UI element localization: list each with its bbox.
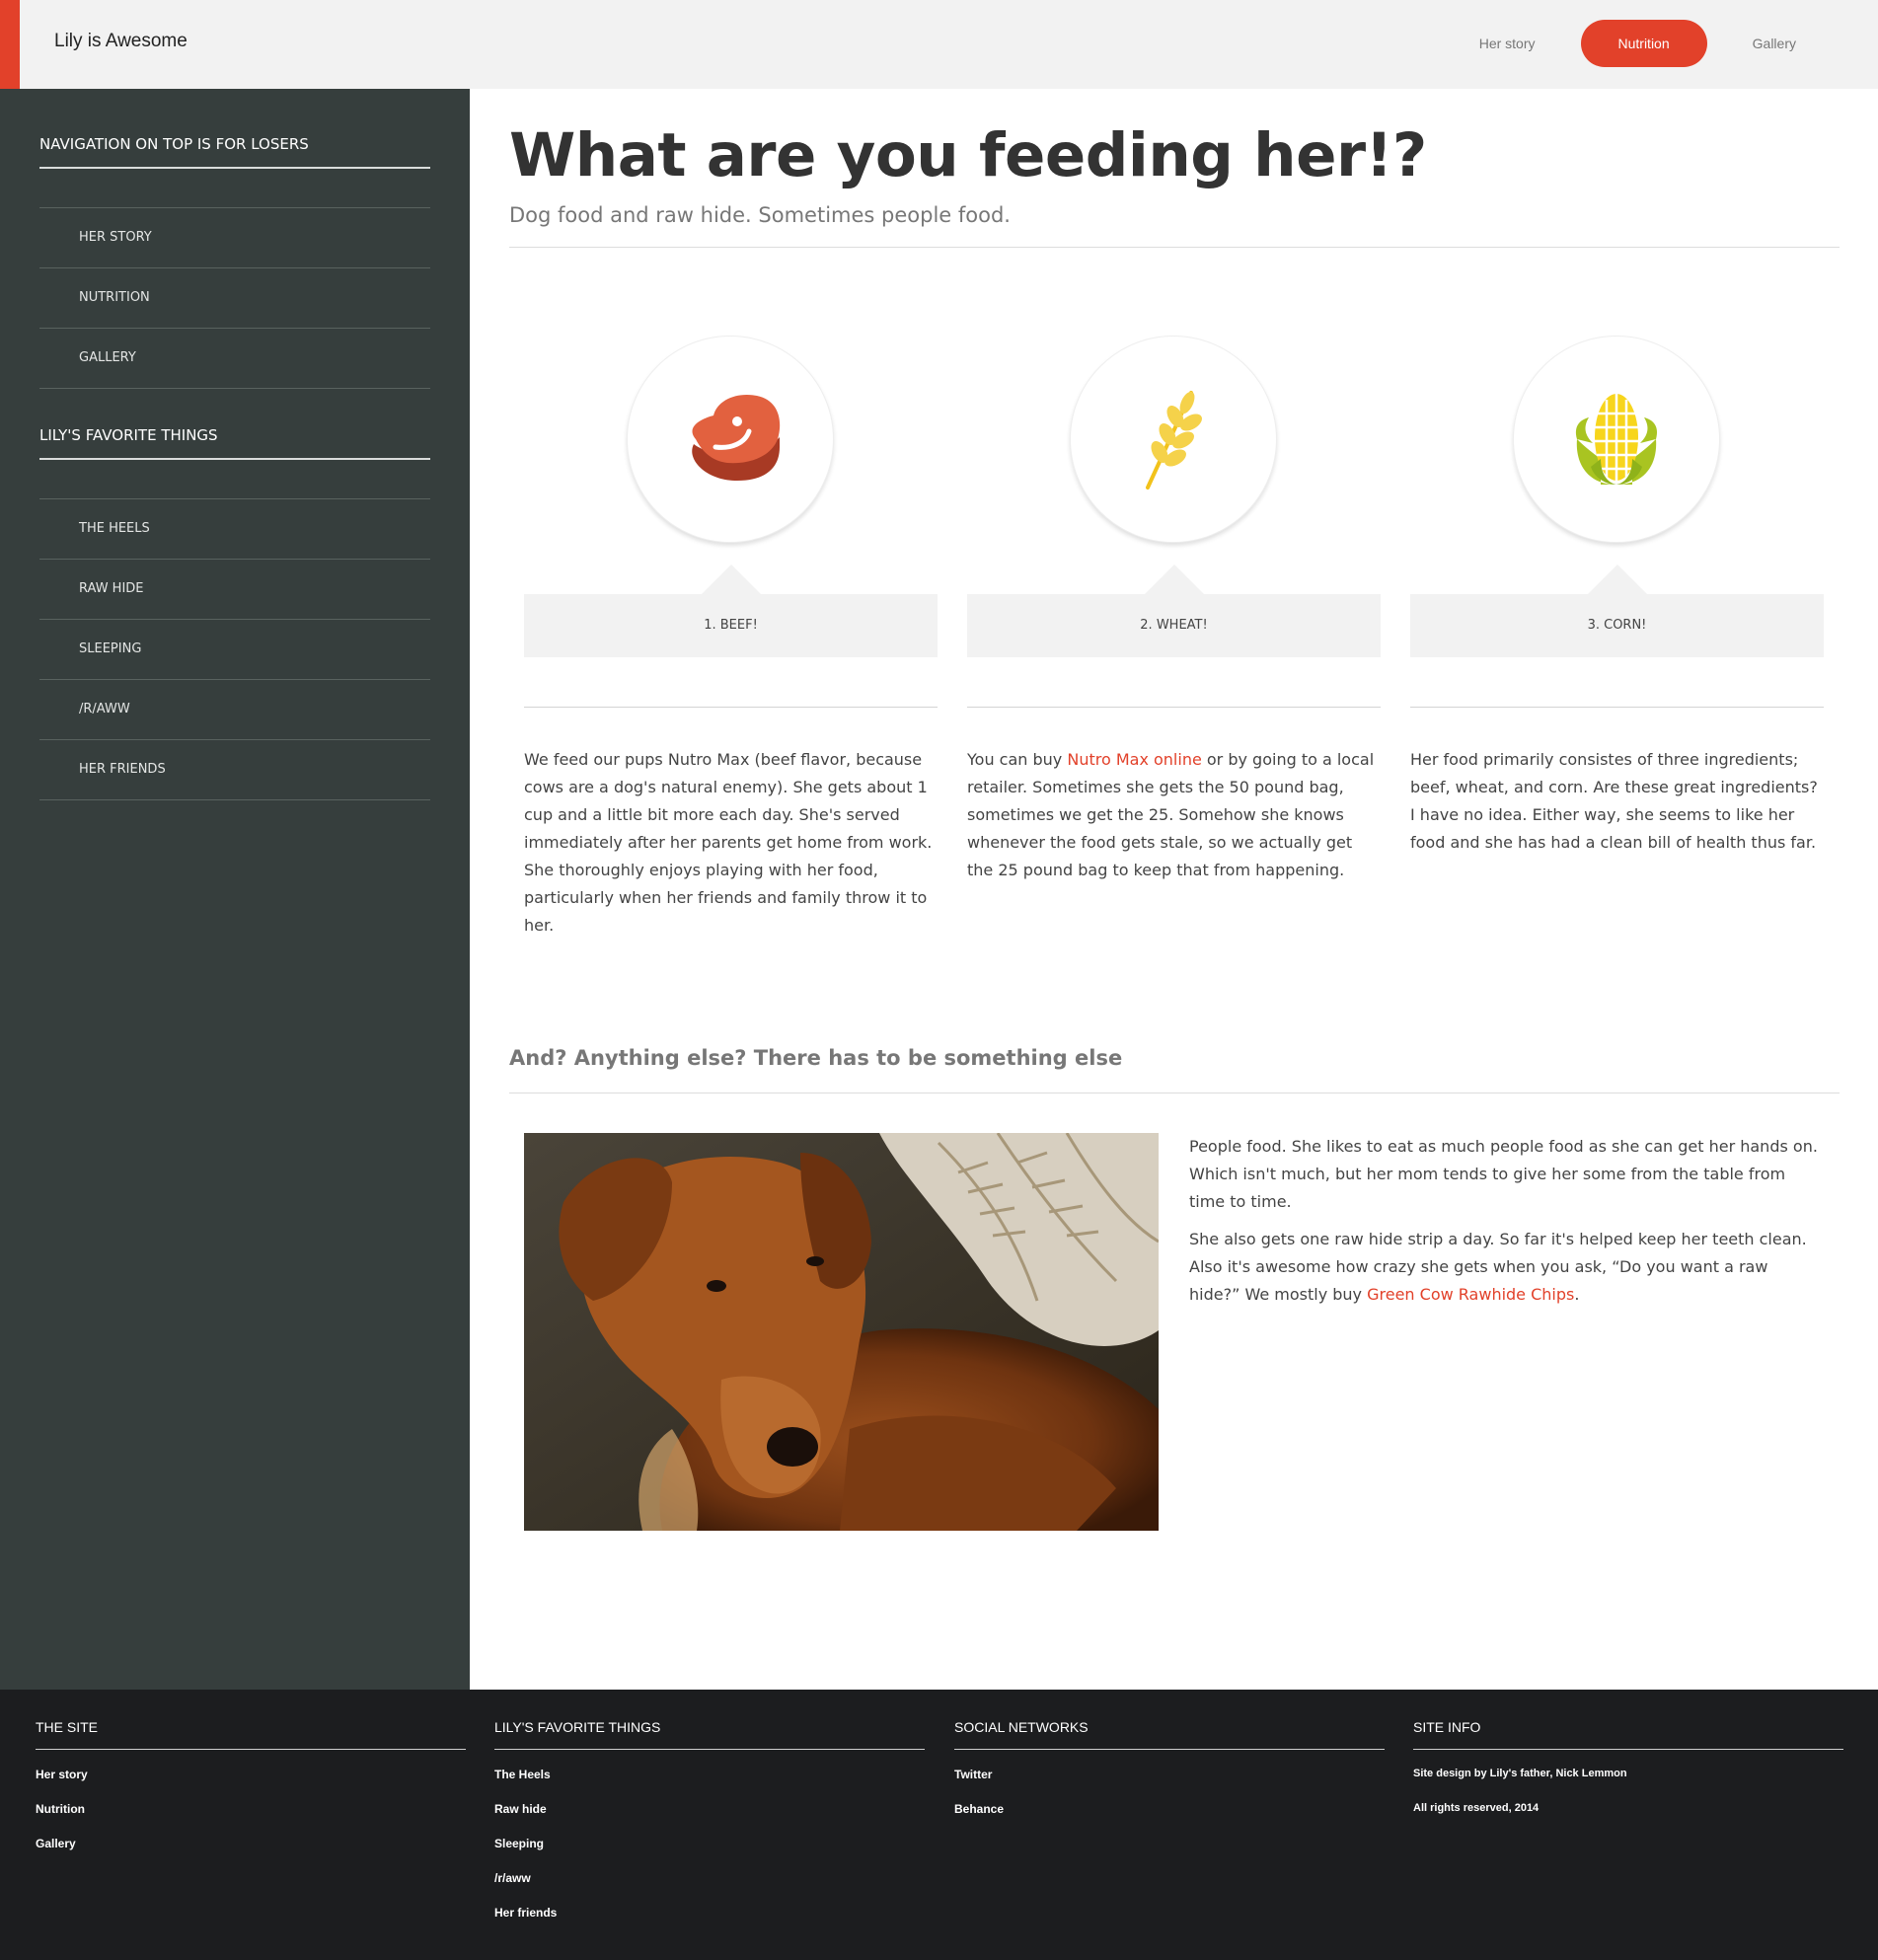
footer-col-title: Site info: [1413, 1719, 1843, 1750]
nav-her-story[interactable]: Her story: [1443, 20, 1572, 67]
site-brand[interactable]: Lily is Awesome: [54, 31, 188, 52]
sidebar-nav-list: Her story Nutrition Gallery: [39, 207, 430, 389]
sidebar-favorites-list: The heels Raw hide Sleeping /r/aww Her f…: [39, 498, 430, 800]
sidebar-item-gallery[interactable]: Gallery: [39, 329, 430, 389]
footer-link-nutrition[interactable]: Nutrition: [36, 1802, 466, 1837]
footer-link-twitter[interactable]: Twitter: [954, 1768, 1385, 1802]
footer-col-title: Social networks: [954, 1719, 1385, 1750]
footer-col-site-info: Site info Site design by Lily's father, …: [1413, 1719, 1843, 1837]
steak-icon: [692, 394, 781, 481]
feature-icon-circle: [627, 336, 834, 543]
header-accent-bar: [0, 0, 20, 89]
footer-col-social: Social networks Twitter Behance: [954, 1719, 1385, 1837]
footer-link-sleeping[interactable]: Sleeping: [494, 1837, 925, 1871]
people-food-text: People food. She likes to eat as much pe…: [1189, 1133, 1819, 1319]
page-subtitle: Dog food and raw hide. Sometimes people …: [509, 203, 1011, 227]
sidebar-item-sleeping[interactable]: Sleeping: [39, 620, 430, 680]
feature-description: Her food primarily consistes of three in…: [1410, 750, 1818, 852]
feature-label-box: 3. Corn!: [1410, 565, 1824, 657]
designer-link[interactable]: Nick Lemmon: [1555, 1768, 1626, 1779]
footer-rights: All rights reserved, 2014: [1413, 1802, 1540, 1814]
sidebar-section-title-favorites: Lily's favorite things: [39, 426, 430, 460]
corn-icon: [1575, 394, 1658, 485]
top-header: Lily is Awesome Her story Nutrition Gall…: [0, 0, 1878, 89]
feature-divider: [524, 707, 938, 708]
footer-link-her-story[interactable]: Her story: [36, 1768, 466, 1802]
page-title: What are you feeding her!?: [509, 120, 1427, 190]
feature-description: We feed our pups Nutro Max (beef flavor,…: [524, 750, 933, 935]
site-footer: The site Her story Nutrition Gallery Lil…: [0, 1690, 1878, 1960]
feature-icon-circle: [1070, 336, 1277, 543]
footer-col-favorites: Lily's favorite things The Heels Raw hid…: [494, 1719, 925, 1940]
footer-link-gallery[interactable]: Gallery: [36, 1837, 466, 1871]
footer-col-title: Lily's favorite things: [494, 1719, 925, 1750]
feature-label-box: 2. Wheat!: [967, 565, 1381, 657]
dog-photo: [524, 1133, 1159, 1531]
section-title-anything-else: And? Anything else? There has to be some…: [509, 1046, 1123, 1070]
footer-link-behance[interactable]: Behance: [954, 1802, 1385, 1837]
sidebar-item-her-story[interactable]: Her story: [39, 208, 430, 268]
footer-col-title: The site: [36, 1719, 466, 1750]
raw-hide-paragraph: She also gets one raw hide strip a day. …: [1189, 1230, 1807, 1304]
sidebar-section-title-navigation: Navigation on top is for losers: [39, 135, 430, 169]
title-divider: [509, 247, 1840, 248]
people-food-paragraph: People food. She likes to eat as much pe…: [1189, 1137, 1818, 1211]
sidebar: Navigation on top is for losers Her stor…: [0, 89, 470, 1690]
main-content: What are you feeding her!? Dog food and …: [470, 89, 1878, 1690]
feature-description: You can buy Nutro Max online or by going…: [967, 750, 1375, 879]
nav-nutrition[interactable]: Nutrition: [1580, 20, 1707, 67]
footer-col-the-site: The site Her story Nutrition Gallery: [36, 1719, 466, 1871]
green-cow-rawhide-link[interactable]: Green Cow Rawhide Chips: [1367, 1285, 1574, 1304]
sidebar-item-nutrition[interactable]: Nutrition: [39, 268, 430, 329]
sidebar-item-raw-hide[interactable]: Raw hide: [39, 560, 430, 620]
feature-divider: [1410, 707, 1824, 708]
nav-gallery[interactable]: Gallery: [1716, 20, 1833, 67]
feature-label-box: 1. Beef!: [524, 565, 938, 657]
footer-link-the-heels[interactable]: The Heels: [494, 1768, 925, 1802]
sidebar-item-raww[interactable]: /r/aww: [39, 680, 430, 740]
top-nav: Her story Nutrition Gallery: [1443, 20, 1833, 67]
wheat-icon: [1146, 391, 1202, 490]
footer-link-her-friends[interactable]: Her friends: [494, 1906, 925, 1940]
footer-credit: Site design by Lily's father, Nick Lemmo…: [1413, 1768, 1627, 1779]
footer-link-raw-hide[interactable]: Raw hide: [494, 1802, 925, 1837]
feature-divider: [967, 707, 1381, 708]
footer-link-raww[interactable]: /r/aww: [494, 1871, 925, 1906]
sidebar-item-her-friends[interactable]: Her friends: [39, 740, 430, 800]
sidebar-item-the-heels[interactable]: The heels: [39, 499, 430, 560]
nutro-max-online-link[interactable]: Nutro Max online: [1067, 750, 1201, 769]
feature-icon-circle: [1513, 336, 1720, 543]
